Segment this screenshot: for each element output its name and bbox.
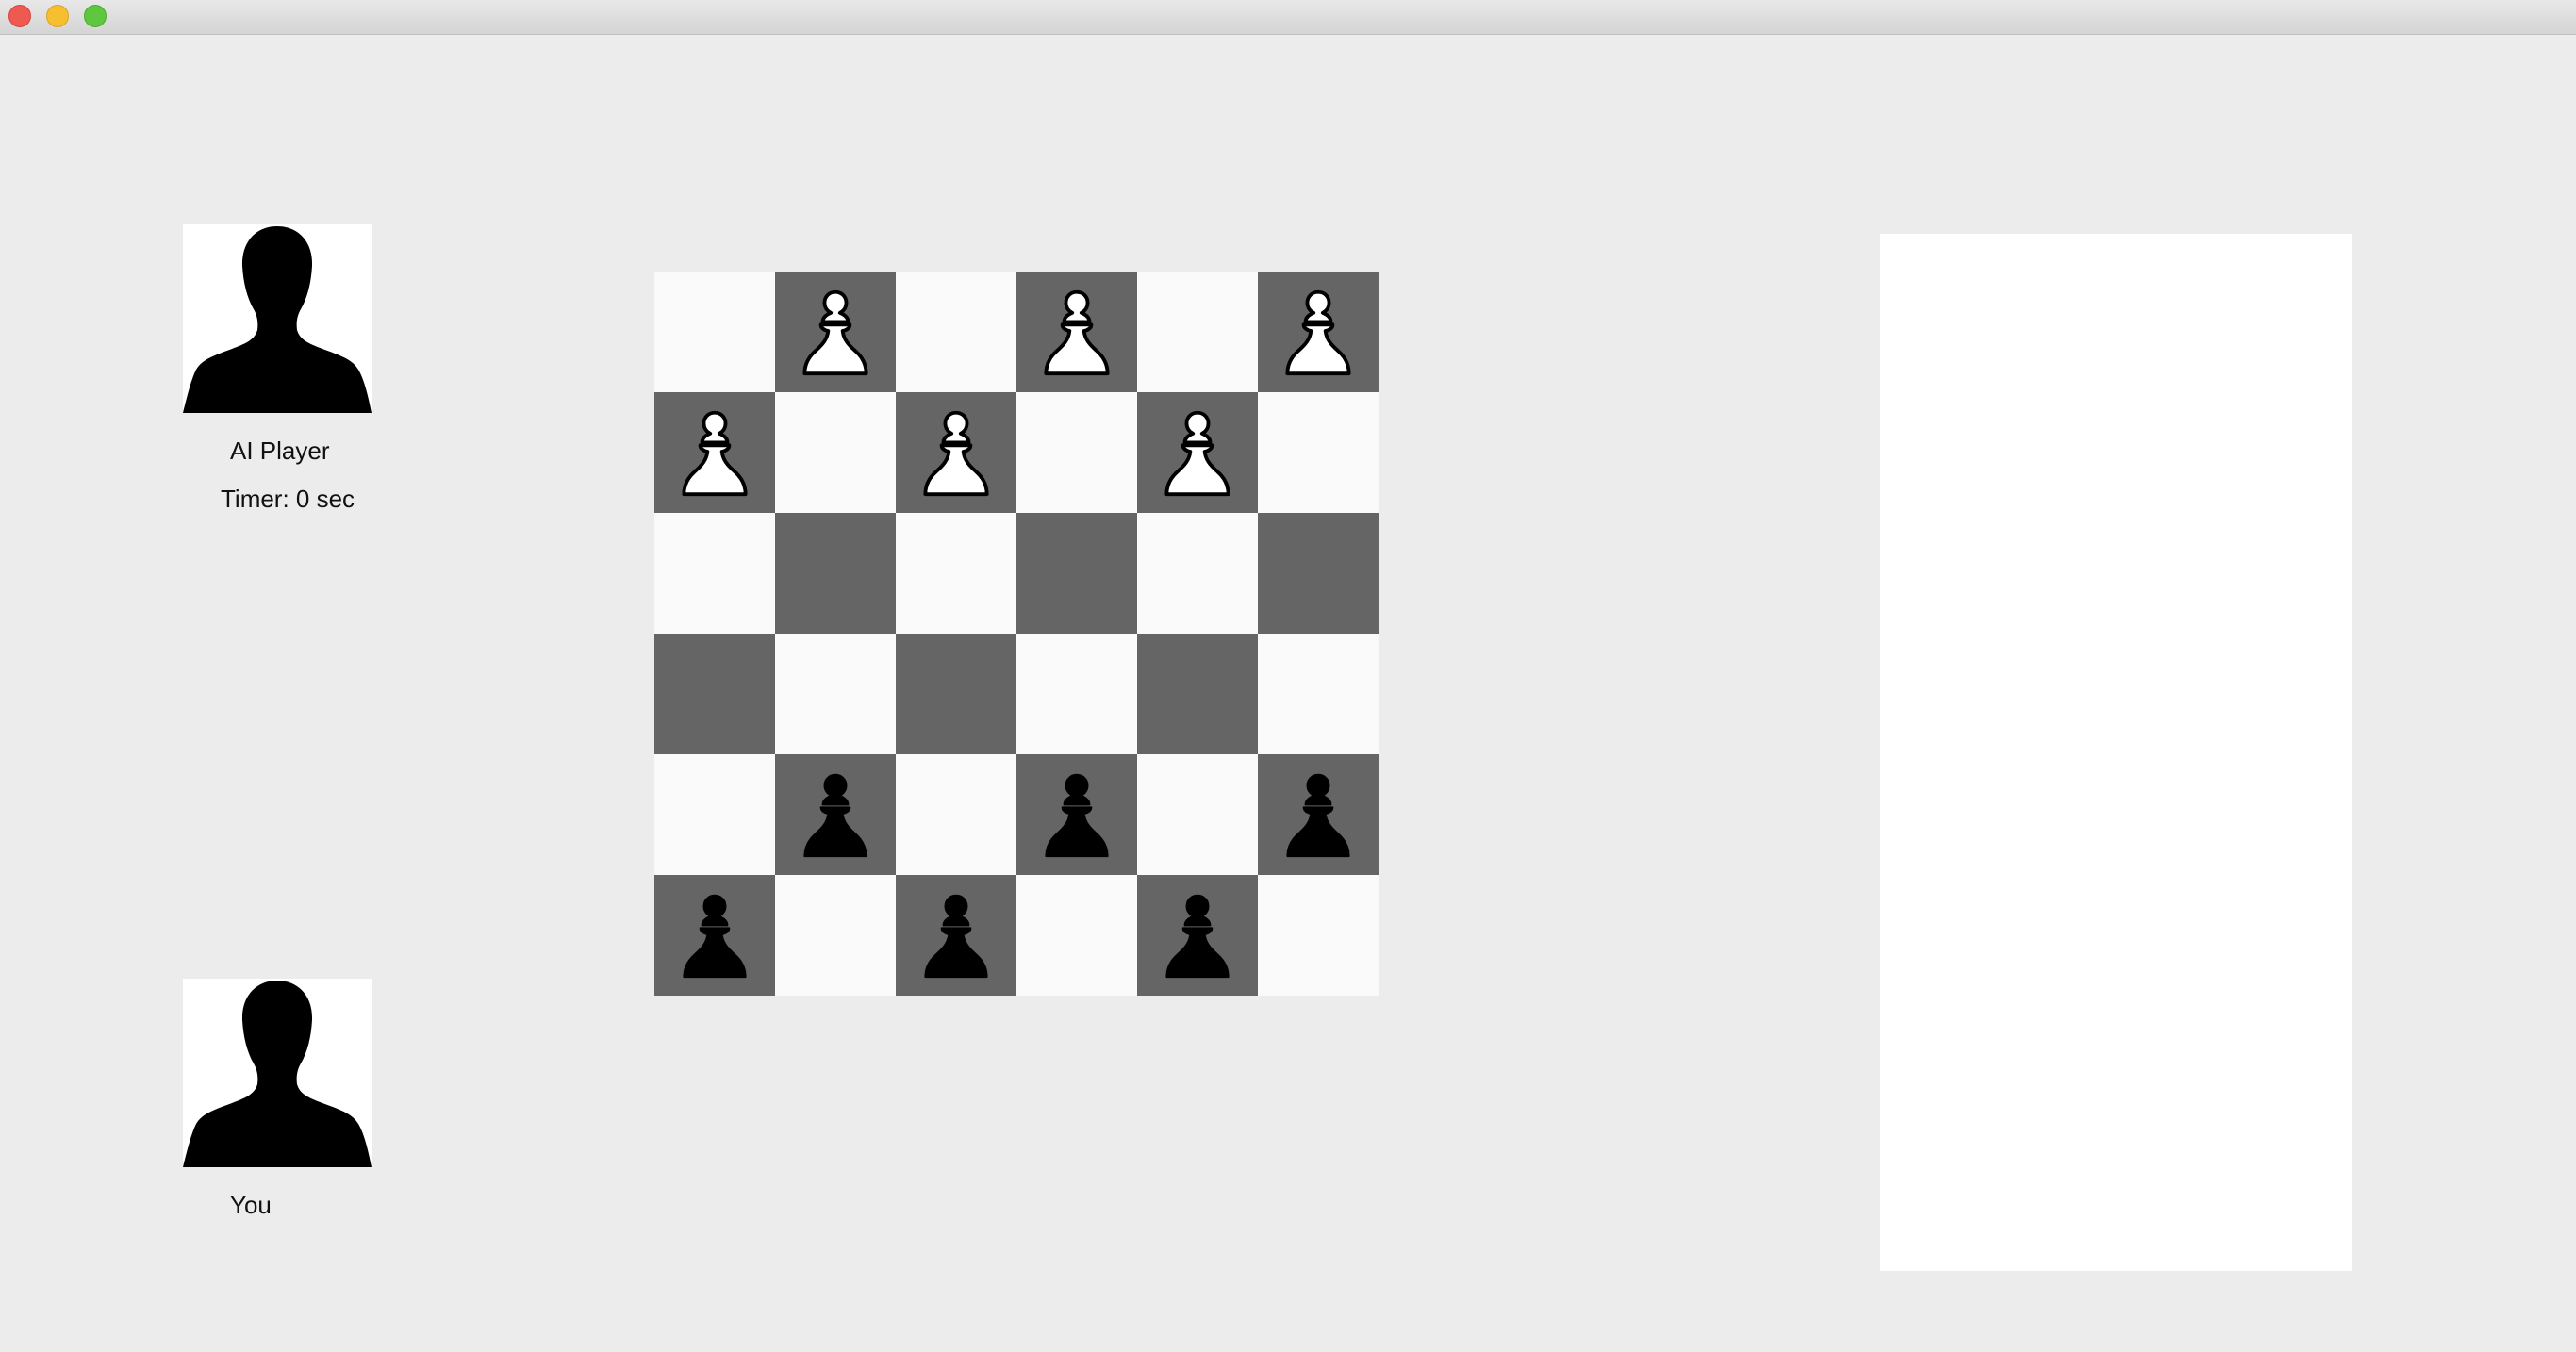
board-square[interactable]: [896, 634, 1016, 754]
board-square[interactable]: [896, 875, 1016, 996]
white-pawn-icon[interactable]: [1032, 283, 1122, 381]
board-square[interactable]: [896, 754, 1016, 875]
board-square[interactable]: [654, 513, 775, 634]
board-square[interactable]: [654, 875, 775, 996]
board-square[interactable]: [896, 272, 1016, 392]
white-pawn-icon[interactable]: [790, 283, 881, 381]
player-avatar: [183, 979, 372, 1167]
board-square[interactable]: [1258, 513, 1379, 634]
board-square[interactable]: [896, 513, 1016, 634]
title-bar: [0, 0, 2576, 35]
player-name: You: [230, 1191, 272, 1219]
board-square[interactable]: [1016, 392, 1137, 513]
zoom-window-button[interactable]: [84, 5, 107, 27]
board-square[interactable]: [654, 272, 775, 392]
white-pawn-icon[interactable]: [1152, 404, 1243, 502]
person-silhouette-icon: [183, 226, 372, 413]
black-pawn-icon[interactable]: [790, 766, 881, 864]
board-square[interactable]: [775, 513, 896, 634]
white-pawn-icon[interactable]: [1273, 283, 1363, 381]
board-square[interactable]: [896, 392, 1016, 513]
board-square[interactable]: [1016, 875, 1137, 996]
board-square[interactable]: [1258, 392, 1379, 513]
minimize-window-button[interactable]: [46, 5, 69, 27]
board-square[interactable]: [654, 634, 775, 754]
board-square[interactable]: [1258, 875, 1379, 996]
black-pawn-icon[interactable]: [911, 886, 1001, 984]
close-window-button[interactable]: [8, 5, 31, 27]
opponent-avatar: [183, 224, 372, 413]
board-square[interactable]: [1137, 634, 1258, 754]
board-square[interactable]: [1258, 272, 1379, 392]
board-square[interactable]: [1016, 634, 1137, 754]
board-square[interactable]: [1258, 754, 1379, 875]
board-square[interactable]: [1016, 513, 1137, 634]
black-pawn-icon[interactable]: [1273, 766, 1363, 864]
board-square[interactable]: [654, 392, 775, 513]
person-silhouette-icon: [183, 981, 372, 1167]
board-square[interactable]: [1016, 754, 1137, 875]
board-square[interactable]: [654, 754, 775, 875]
board-square[interactable]: [775, 634, 896, 754]
board-square[interactable]: [1137, 754, 1258, 875]
board-square[interactable]: [1016, 272, 1137, 392]
opponent-timer: Timer: 0 sec: [221, 485, 355, 513]
white-pawn-icon[interactable]: [669, 404, 760, 502]
board-square[interactable]: [775, 754, 896, 875]
board-square[interactable]: [1137, 272, 1258, 392]
black-pawn-icon[interactable]: [1032, 766, 1122, 864]
white-pawn-icon[interactable]: [911, 404, 1001, 502]
board-square[interactable]: [775, 272, 896, 392]
move-history-panel: [1880, 234, 2352, 1271]
board-square[interactable]: [775, 392, 896, 513]
opponent-name: AI Player: [230, 437, 330, 465]
board-square[interactable]: [1258, 634, 1379, 754]
black-pawn-icon[interactable]: [669, 886, 760, 984]
board-square[interactable]: [1137, 392, 1258, 513]
board-square[interactable]: [1137, 875, 1258, 996]
board-square[interactable]: [1137, 513, 1258, 634]
board-square[interactable]: [775, 875, 896, 996]
game-window: AI Player Timer: 0 sec You: [0, 0, 2576, 1352]
chess-board[interactable]: [654, 272, 1379, 996]
black-pawn-icon[interactable]: [1152, 886, 1243, 984]
